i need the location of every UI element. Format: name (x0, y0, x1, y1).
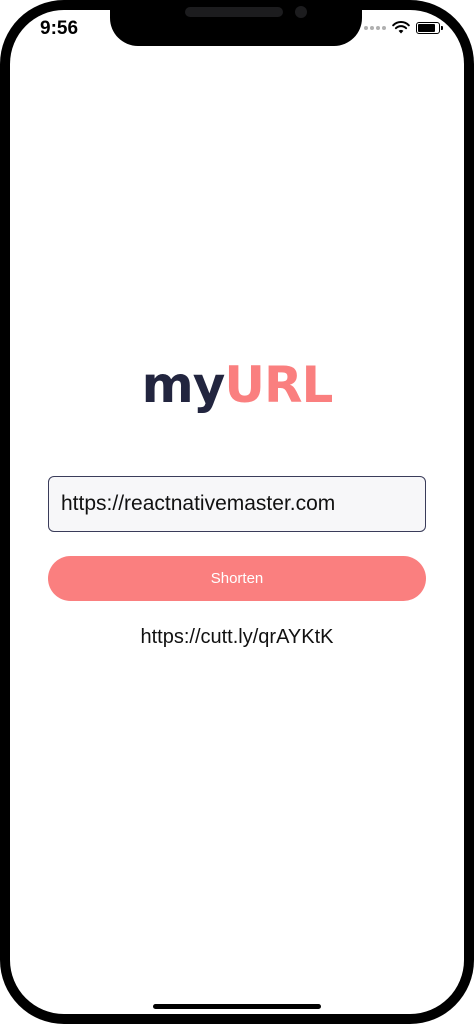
logo-my: my (141, 356, 226, 414)
status-time: 9:56 (40, 18, 79, 39)
short-url-result: https://cutt.ly/qrAYKtK (140, 626, 334, 648)
screen: 9:56 myURL Shorten https://cutt.ly/qrAYK… (10, 10, 464, 1014)
device-frame: 9:56 myURL Shorten https://cutt.ly/qrAYK… (0, 0, 474, 1024)
speaker-grille (185, 7, 283, 17)
app-logo: myURL (10, 355, 464, 415)
status-icons (364, 21, 443, 34)
logo-url: URL (224, 356, 333, 414)
shorten-button[interactable]: Shorten (48, 556, 426, 601)
device-notch (110, 0, 362, 46)
wifi-icon (392, 21, 410, 34)
url-input[interactable] (48, 476, 426, 532)
battery-fill (418, 23, 436, 32)
home-indicator[interactable] (153, 1004, 321, 1009)
front-camera (295, 6, 307, 18)
signal-dots-icon (364, 25, 386, 30)
battery-icon (416, 21, 443, 34)
